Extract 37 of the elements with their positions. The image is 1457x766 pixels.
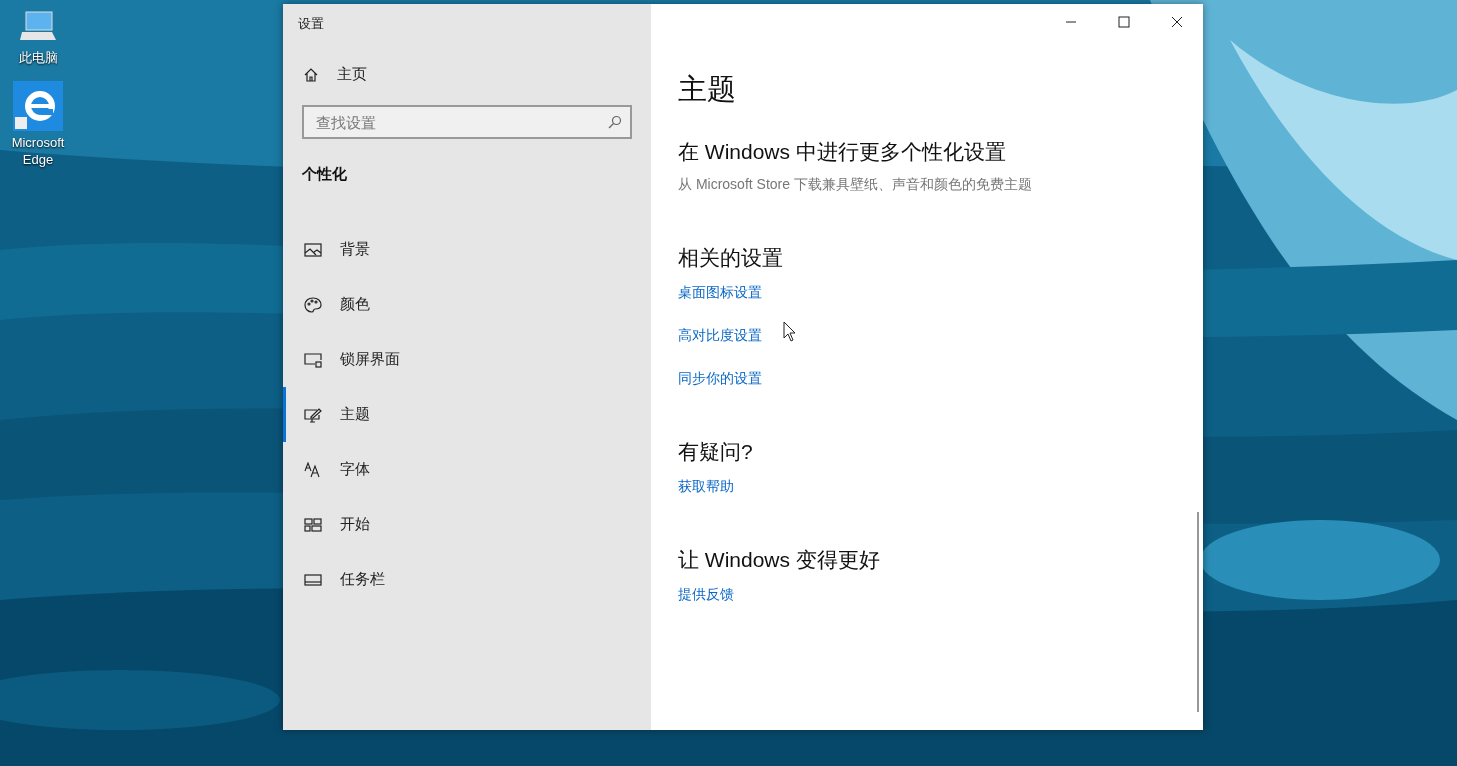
edge-browser-icon[interactable] — [13, 80, 63, 131]
palette-icon — [304, 296, 322, 313]
desktop-icon-label[interactable]: Microsoft Edge — [3, 134, 73, 169]
window-title: 设置 — [298, 15, 324, 33]
scrollbar-thumb[interactable] — [1197, 512, 1199, 712]
pen-monitor-icon — [304, 406, 322, 423]
settings-link[interactable]: 同步你的设置 — [678, 370, 762, 388]
taskbar-icon — [304, 571, 322, 588]
settings-link[interactable]: 提供反馈 — [678, 586, 734, 604]
nav-item[interactable]: 锁屏界面 — [283, 332, 651, 387]
font-icon — [304, 461, 322, 478]
section-heading: 在 Windows 中进行更多个性化设置 — [678, 139, 1006, 165]
tiles-icon — [304, 516, 322, 533]
settings-link[interactable]: 获取帮助 — [678, 478, 734, 496]
close-icon — [1170, 16, 1183, 28]
desktop-icon-label[interactable]: 此电脑 — [3, 50, 73, 67]
section-heading: 个性化 — [302, 165, 347, 184]
nav-item[interactable]: 任务栏 — [283, 552, 651, 607]
nav-item[interactable]: 字体 — [283, 442, 651, 497]
section-heading: 有疑问? — [678, 439, 753, 465]
monitor-lock-icon — [304, 351, 322, 368]
search-icon — [608, 115, 622, 129]
search-field[interactable]: 查找设置 — [302, 105, 632, 139]
nav-item[interactable]: 背景 — [283, 222, 651, 277]
nav-item[interactable]: 颜色 — [283, 277, 651, 332]
settings-link[interactable]: 高对比度设置 — [678, 327, 762, 345]
maximize-icon — [1117, 16, 1130, 28]
home-icon — [303, 66, 319, 83]
mouse-pointer-icon — [783, 321, 797, 343]
section-heading: 让 Windows 变得更好 — [678, 547, 880, 573]
home-link[interactable]: 主页 — [303, 65, 367, 84]
picture-icon — [304, 241, 322, 258]
section-heading: 相关的设置 — [678, 245, 783, 271]
page-title: 主题 — [678, 72, 736, 107]
nav-item[interactable]: 开始 — [283, 497, 651, 552]
section-description: 从 Microsoft Store 下载兼具壁纸、声音和颜色的免费主题 — [678, 176, 1032, 194]
settings-link[interactable]: 桌面图标设置 — [678, 284, 762, 302]
